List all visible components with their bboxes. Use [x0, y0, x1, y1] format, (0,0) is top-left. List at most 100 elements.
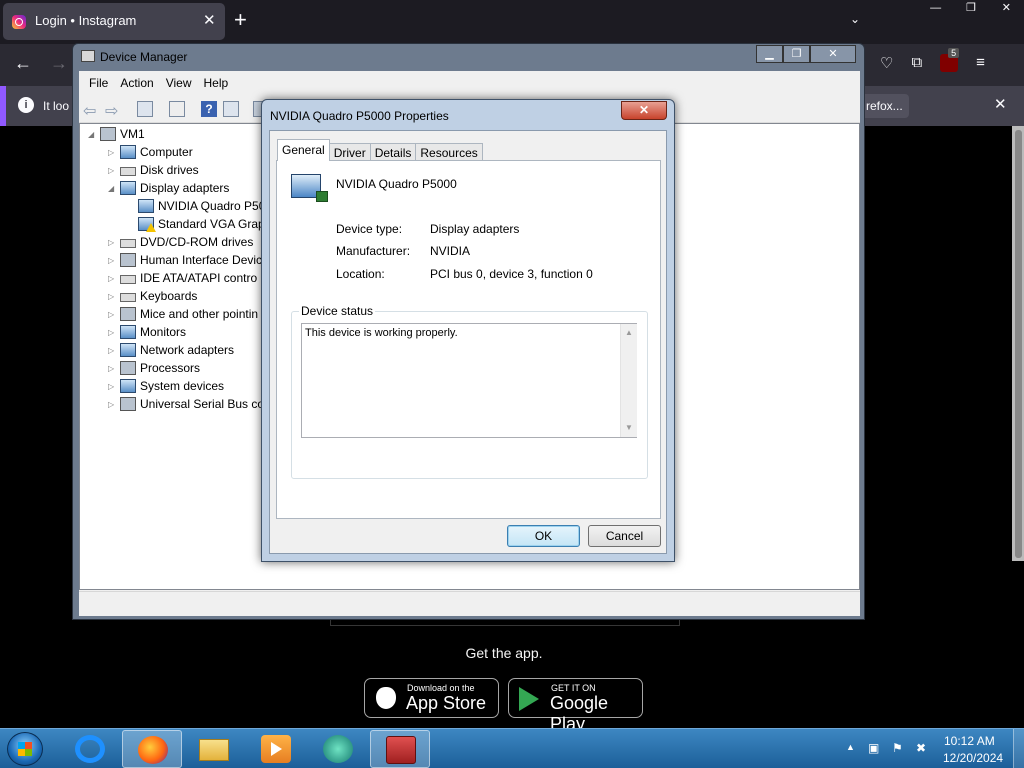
tree-item-computer[interactable]: ▷ Computer	[108, 143, 193, 161]
hamburger-menu-icon[interactable]: ≡	[976, 54, 985, 72]
ok-button[interactable]: OK	[507, 525, 580, 547]
tree-item-network[interactable]: ▷ Network adapters	[108, 341, 234, 359]
page-scrollbar-thumb[interactable]	[1015, 130, 1022, 558]
notification-action-button[interactable]: refox...	[860, 94, 909, 118]
tree-item-mice[interactable]: ▷ Mice and other pointin	[108, 305, 258, 323]
collapsed-arrow-icon[interactable]: ▷	[108, 292, 120, 301]
notification-accent	[0, 86, 6, 126]
expanded-arrow-icon[interactable]: ◢	[88, 130, 100, 139]
collapsed-arrow-icon[interactable]: ▷	[108, 166, 120, 175]
ublock-origin-icon[interactable]: 5	[940, 48, 960, 72]
browser-close-button[interactable]: ✕	[989, 0, 1024, 18]
view-toolbar-icon[interactable]	[223, 101, 239, 117]
taskbar-media-player[interactable]	[246, 730, 306, 768]
tab-driver[interactable]: Driver	[328, 143, 371, 161]
device-status-textbox[interactable]: This device is working properly. ▲ ▼	[301, 323, 637, 438]
dialog-close-button[interactable]: ✕	[621, 101, 667, 120]
tree-item-monitors[interactable]: ▷ Monitors	[108, 323, 186, 341]
scroll-up-arrow-icon[interactable]: ▲	[625, 328, 633, 337]
google-play-badge[interactable]: GET IT ON Google Play	[508, 678, 643, 734]
device-manager-titlebar[interactable]: Device Manager ▁ ❐ ✕	[73, 44, 864, 70]
warning-display-icon	[138, 217, 156, 232]
tree-item-label: Monitors	[140, 325, 187, 339]
collapsed-arrow-icon[interactable]: ▷	[108, 328, 120, 337]
browser-restore-button[interactable]: ❐	[953, 0, 988, 18]
tree-item-display-adapters[interactable]: ◢ Display adapters	[108, 179, 229, 197]
menu-file[interactable]: File	[83, 71, 114, 95]
show-desktop-button[interactable]	[1013, 729, 1024, 768]
properties-toolbar-icon[interactable]	[169, 101, 185, 117]
back-arrow-icon[interactable]: ←	[14, 53, 32, 74]
status-scrollbar[interactable]: ▲ ▼	[620, 324, 637, 437]
device-manager-window-controls: ▁ ❐ ✕	[756, 45, 856, 63]
tree-item-nvidia-quadro[interactable]: NVIDIA Quadro P50	[138, 197, 265, 215]
pocket-icon[interactable]: ♡	[880, 54, 893, 72]
dm-maximize-button[interactable]: ❐	[783, 45, 810, 63]
app-store-badge[interactable]: Download on the App Store	[364, 678, 499, 718]
tree-item-disk-drives[interactable]: ▷ Disk drives	[108, 161, 199, 179]
network-tray-icon[interactable]: ▣	[868, 741, 882, 755]
taskbar-firefox[interactable]	[122, 730, 182, 768]
cancel-button[interactable]: Cancel	[588, 525, 661, 547]
collapsed-arrow-icon[interactable]: ▷	[108, 310, 120, 319]
taskbar-device-manager[interactable]	[370, 730, 430, 768]
tree-item-usb[interactable]: ▷ Universal Serial Bus co	[108, 395, 264, 413]
tree-item-keyboards[interactable]: ▷ Keyboards	[108, 287, 197, 305]
forward-arrow-icon[interactable]: →	[50, 53, 68, 74]
clock-date[interactable]: 12/20/2024	[943, 751, 1003, 765]
collapsed-arrow-icon[interactable]: ▷	[108, 256, 120, 265]
scroll-down-arrow-icon[interactable]: ▼	[625, 423, 633, 432]
show-hide-console-tree-icon[interactable]	[137, 101, 153, 117]
show-hidden-icons-arrow-icon[interactable]: ▲	[846, 742, 855, 752]
expanded-arrow-icon[interactable]: ◢	[108, 184, 120, 193]
notification-message: It loo	[43, 99, 70, 113]
apple-logo-icon	[376, 687, 396, 709]
taskbar-file-explorer[interactable]	[184, 730, 244, 768]
collapsed-arrow-icon[interactable]: ▷	[108, 274, 120, 283]
back-toolbar-icon[interactable]: ⇦	[83, 101, 99, 120]
menu-action[interactable]: Action	[114, 71, 159, 95]
taskbar-internet-explorer[interactable]	[60, 730, 120, 768]
tree-item-processors[interactable]: ▷ Processors	[108, 359, 200, 377]
volume-muted-icon[interactable]: ✖	[916, 741, 930, 755]
dm-minimize-button[interactable]: ▁	[756, 45, 783, 63]
taskbar-teamviewer[interactable]	[308, 730, 368, 768]
device-manager-icon	[386, 736, 416, 764]
help-toolbar-icon[interactable]: ?	[201, 101, 217, 117]
collapsed-arrow-icon[interactable]: ▷	[108, 238, 120, 247]
dm-close-button[interactable]: ✕	[810, 45, 856, 63]
collapsed-arrow-icon[interactable]: ▷	[108, 346, 120, 355]
tab-resources[interactable]: Resources	[415, 143, 483, 161]
menu-help[interactable]: Help	[198, 71, 235, 95]
google-play-small-text: GET IT ON	[551, 683, 596, 693]
tree-item-standard-vga[interactable]: Standard VGA Grap	[138, 215, 265, 233]
tree-item-label: IDE ATA/ATAPI contro	[140, 271, 258, 285]
browser-minimize-button[interactable]: —	[918, 0, 953, 18]
action-center-flag-icon[interactable]: ⚑	[892, 741, 906, 755]
tree-item-dvd[interactable]: ▷ DVD/CD-ROM drives	[108, 233, 253, 251]
device-manager-app-icon	[81, 50, 95, 62]
tree-item-ide[interactable]: ▷ IDE ATA/ATAPI contro	[108, 269, 257, 287]
collapsed-arrow-icon[interactable]: ▷	[108, 148, 120, 157]
list-all-tabs-chevron-icon[interactable]: ⌄	[850, 12, 860, 26]
browser-tab-instagram[interactable]: Login • Instagram ✕	[3, 3, 225, 40]
forward-toolbar-icon[interactable]: ⇨	[105, 101, 121, 120]
start-button[interactable]	[7, 732, 43, 766]
notification-close-icon[interactable]: ✕	[994, 95, 1007, 113]
app-store-small-text: Download on the	[407, 683, 475, 693]
new-tab-button[interactable]: +	[234, 8, 247, 32]
collapsed-arrow-icon[interactable]: ▷	[108, 400, 120, 409]
collapsed-arrow-icon[interactable]: ▷	[108, 382, 120, 391]
tab-general[interactable]: General	[277, 139, 330, 161]
collapsed-arrow-icon[interactable]: ▷	[108, 364, 120, 373]
extensions-icon[interactable]: ⧉	[911, 54, 922, 72]
tree-item-system[interactable]: ▷ System devices	[108, 377, 224, 395]
disk-drive-icon	[120, 167, 136, 176]
tree-item-hid[interactable]: ▷ Human Interface Devic	[108, 251, 262, 269]
internet-explorer-icon	[75, 735, 105, 763]
tab-details[interactable]: Details	[369, 143, 417, 161]
clock-time[interactable]: 10:12 AM	[944, 734, 995, 748]
tab-close-icon[interactable]: ✕	[203, 11, 216, 29]
menu-view[interactable]: View	[160, 71, 198, 95]
tree-root[interactable]: ◢ VM1	[88, 125, 145, 143]
